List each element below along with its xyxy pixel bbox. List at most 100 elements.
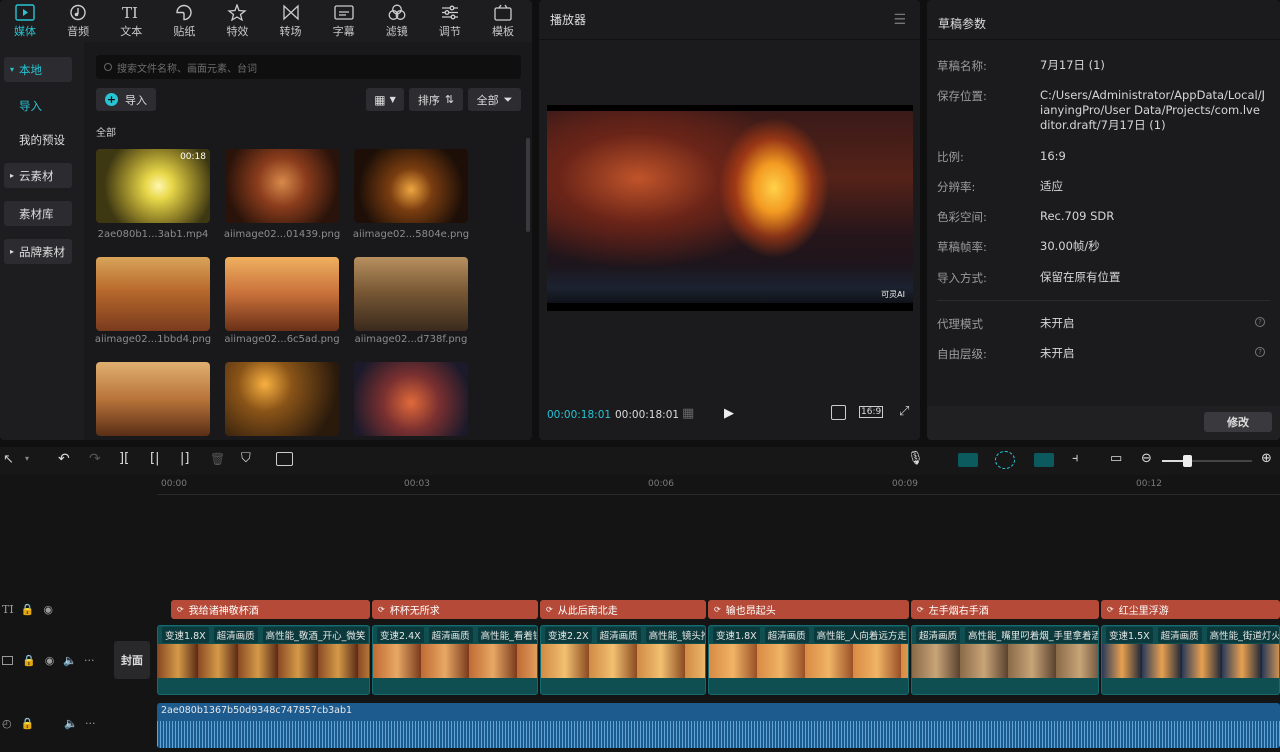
linkage-icon[interactable] bbox=[1034, 453, 1054, 467]
play-icon[interactable]: ▶ bbox=[724, 406, 734, 421]
trim-left-icon[interactable]: [| bbox=[150, 451, 159, 466]
redo-icon[interactable]: ↷ bbox=[89, 451, 101, 467]
funnel-icon: ⏷ bbox=[503, 92, 513, 106]
chevron-down-icon[interactable]: ▾ bbox=[25, 454, 29, 463]
microphone-icon[interactable]: 🎙 bbox=[907, 451, 924, 466]
video-clip[interactable]: 变速2.4X 超清画质 高性能_看着镜 bbox=[372, 625, 538, 695]
text-clip[interactable]: ⟳ 从此后南北走 bbox=[540, 600, 706, 619]
lock-icon[interactable]: 🔒 bbox=[22, 654, 36, 667]
clip-tags: 变速2.2X 超清画质 高性能_镜头推 bbox=[541, 626, 705, 644]
undo-icon[interactable]: ↶ bbox=[58, 451, 70, 467]
sort-icon: ⇅ bbox=[444, 93, 455, 106]
media-browser: 搜索文件名称、画面元素、台词 + 导入 ▦ ▼ 排序 ⇅ 全部 ⏷ 全部 00:18 … bbox=[84, 42, 532, 440]
video-clip[interactable]: 变速1.5X 超清画质 高性能_街道灯火 bbox=[1101, 625, 1280, 695]
media-item[interactable] bbox=[354, 362, 468, 436]
audio-track-icon: ◴ bbox=[2, 717, 12, 730]
eye-icon[interactable]: ◉ bbox=[43, 603, 53, 616]
tab-audio[interactable]: 音频 bbox=[55, 0, 101, 42]
speaker-icon[interactable]: 🔈 bbox=[64, 717, 78, 730]
sticker-icon bbox=[176, 4, 193, 20]
sort-button[interactable]: 排序 ⇅ bbox=[409, 88, 463, 111]
search-input[interactable]: 搜索文件名称、画面元素、台词 bbox=[96, 55, 521, 79]
video-clip[interactable]: 变速2.2X 超清画质 高性能_镜头推 bbox=[540, 625, 706, 695]
zoom-slider-handle[interactable] bbox=[1183, 455, 1192, 467]
tab-media[interactable]: 媒体 bbox=[2, 0, 48, 42]
menu-icon[interactable]: ☰ bbox=[893, 12, 906, 28]
text-clip[interactable]: ⟳ 杯杯无所求 bbox=[372, 600, 538, 619]
more-icon[interactable]: ··· bbox=[85, 717, 96, 730]
effects-icon bbox=[227, 3, 248, 21]
waveform-icon[interactable]: ▦ bbox=[682, 406, 694, 421]
trim-right-icon[interactable]: |] bbox=[180, 451, 189, 466]
video-clip[interactable]: 超清画质 高性能_嘴里叼着烟_手里拿着酒_ bbox=[911, 625, 1099, 695]
audio-icon bbox=[70, 4, 86, 20]
nav-local[interactable]: ▾ 本地 bbox=[4, 57, 72, 82]
text-clip[interactable]: ⟳ 我给诸神敬杯酒 bbox=[171, 600, 370, 619]
speaker-icon[interactable]: 🔈 bbox=[63, 654, 77, 667]
media-scrollbar[interactable] bbox=[526, 138, 530, 232]
tab-sticker[interactable]: 贴纸 bbox=[161, 0, 207, 42]
tab-filter[interactable]: 滤镜 bbox=[374, 0, 420, 42]
delete-icon[interactable]: 🗑 bbox=[210, 452, 225, 466]
video-clip[interactable]: 变速1.8X 超清画质 高性能_敬酒_开心_微笑 bbox=[157, 625, 370, 695]
nav-import[interactable]: 导入 bbox=[4, 93, 72, 118]
tab-transition[interactable]: 转场 bbox=[268, 0, 314, 42]
fit-icon[interactable] bbox=[831, 405, 846, 420]
ruler-tick: 00:03 bbox=[404, 479, 430, 489]
auto-snap-icon[interactable] bbox=[995, 451, 1015, 469]
audio-clip[interactable]: 2ae080b1367b50d9348c747857cb3ab1 bbox=[157, 703, 1280, 748]
tab-text[interactable]: TI 文本 bbox=[108, 0, 154, 42]
more-icon[interactable]: ··· bbox=[84, 654, 95, 667]
ratio-button[interactable]: 16:9 bbox=[859, 406, 884, 418]
image-crop-icon[interactable] bbox=[276, 452, 293, 466]
text-clip[interactable]: ⟳ 输也昂起头 bbox=[708, 600, 909, 619]
video-clip[interactable]: 变速1.8X 超清画质 高性能_人向着远方走 bbox=[708, 625, 909, 695]
media-item-name: 2ae080b1...3ab1.mp4 bbox=[97, 229, 209, 240]
filter-all-button[interactable]: 全部 ⏷ bbox=[468, 88, 521, 111]
help-icon[interactable]: ? bbox=[1255, 317, 1265, 327]
cover-button[interactable]: 封面 bbox=[114, 641, 150, 679]
media-item[interactable] bbox=[96, 257, 210, 331]
zoom-out-icon[interactable]: ⊖ bbox=[1141, 451, 1152, 466]
preview-axis-icon[interactable]: ⫞ bbox=[1072, 451, 1079, 466]
fullscreen-icon[interactable]: ⤢ bbox=[899, 404, 909, 419]
media-item[interactable] bbox=[225, 362, 339, 436]
nav-library[interactable]: 素材库 bbox=[4, 201, 72, 226]
text-clip-icon: ⟳ bbox=[714, 605, 721, 614]
text-clip[interactable]: ⟳ 左手烟右手酒 bbox=[911, 600, 1099, 619]
tab-effects[interactable]: 特效 bbox=[214, 0, 260, 42]
full-timeline-icon[interactable]: ▭ bbox=[1110, 451, 1122, 466]
media-item[interactable] bbox=[354, 257, 468, 331]
tab-template[interactable]: 模板 bbox=[480, 0, 526, 42]
modify-button[interactable]: 修改 bbox=[1204, 412, 1272, 432]
nav-brand[interactable]: ▸ 品牌素材 bbox=[4, 239, 72, 264]
tab-subtitle[interactable]: 字幕 bbox=[321, 0, 367, 42]
text-clip[interactable]: ⟳ 红尘里浮游 bbox=[1101, 600, 1280, 619]
media-item-name: aiimage02...d738f.png bbox=[354, 334, 468, 345]
zoom-slider[interactable] bbox=[1162, 460, 1252, 462]
eye-icon[interactable]: ◉ bbox=[45, 654, 55, 667]
media-item[interactable] bbox=[225, 257, 339, 331]
zoom-in-icon[interactable]: ⊕ bbox=[1261, 451, 1272, 466]
media-item[interactable] bbox=[96, 362, 210, 436]
tab-adjust[interactable]: 调节 bbox=[427, 0, 473, 42]
player-panel: 播放器 ☰ 可灵AI 00:00:18:01 00:00:18:01 ▦ ▶ 1… bbox=[539, 0, 920, 440]
marker-icon[interactable]: ⛉ bbox=[241, 451, 251, 466]
snap-main-track-icon[interactable] bbox=[958, 453, 978, 467]
help-icon[interactable]: ? bbox=[1255, 347, 1265, 357]
nav-cloud[interactable]: ▸ 云素材 bbox=[4, 163, 72, 188]
media-item[interactable] bbox=[354, 149, 468, 223]
nav-presets[interactable]: 我的预设 bbox=[4, 127, 72, 152]
split-icon[interactable]: ][ bbox=[119, 451, 129, 466]
view-mode-button[interactable]: ▦ ▼ bbox=[366, 88, 404, 111]
caret-right-icon: ▸ bbox=[10, 247, 15, 256]
ruler-tick: 00:06 bbox=[648, 479, 674, 489]
media-item[interactable]: 00:18 bbox=[96, 149, 210, 223]
select-cursor-icon[interactable]: ↖ bbox=[3, 452, 14, 467]
time-ruler[interactable]: 00:00 00:03 00:06 00:09 00:12 bbox=[157, 475, 1280, 495]
lock-icon[interactable]: 🔒 bbox=[21, 603, 35, 616]
video-preview[interactable]: 可灵AI bbox=[547, 105, 913, 311]
media-item[interactable] bbox=[225, 149, 339, 223]
import-button[interactable]: + 导入 bbox=[96, 88, 156, 111]
lock-icon[interactable]: 🔒 bbox=[21, 717, 35, 730]
